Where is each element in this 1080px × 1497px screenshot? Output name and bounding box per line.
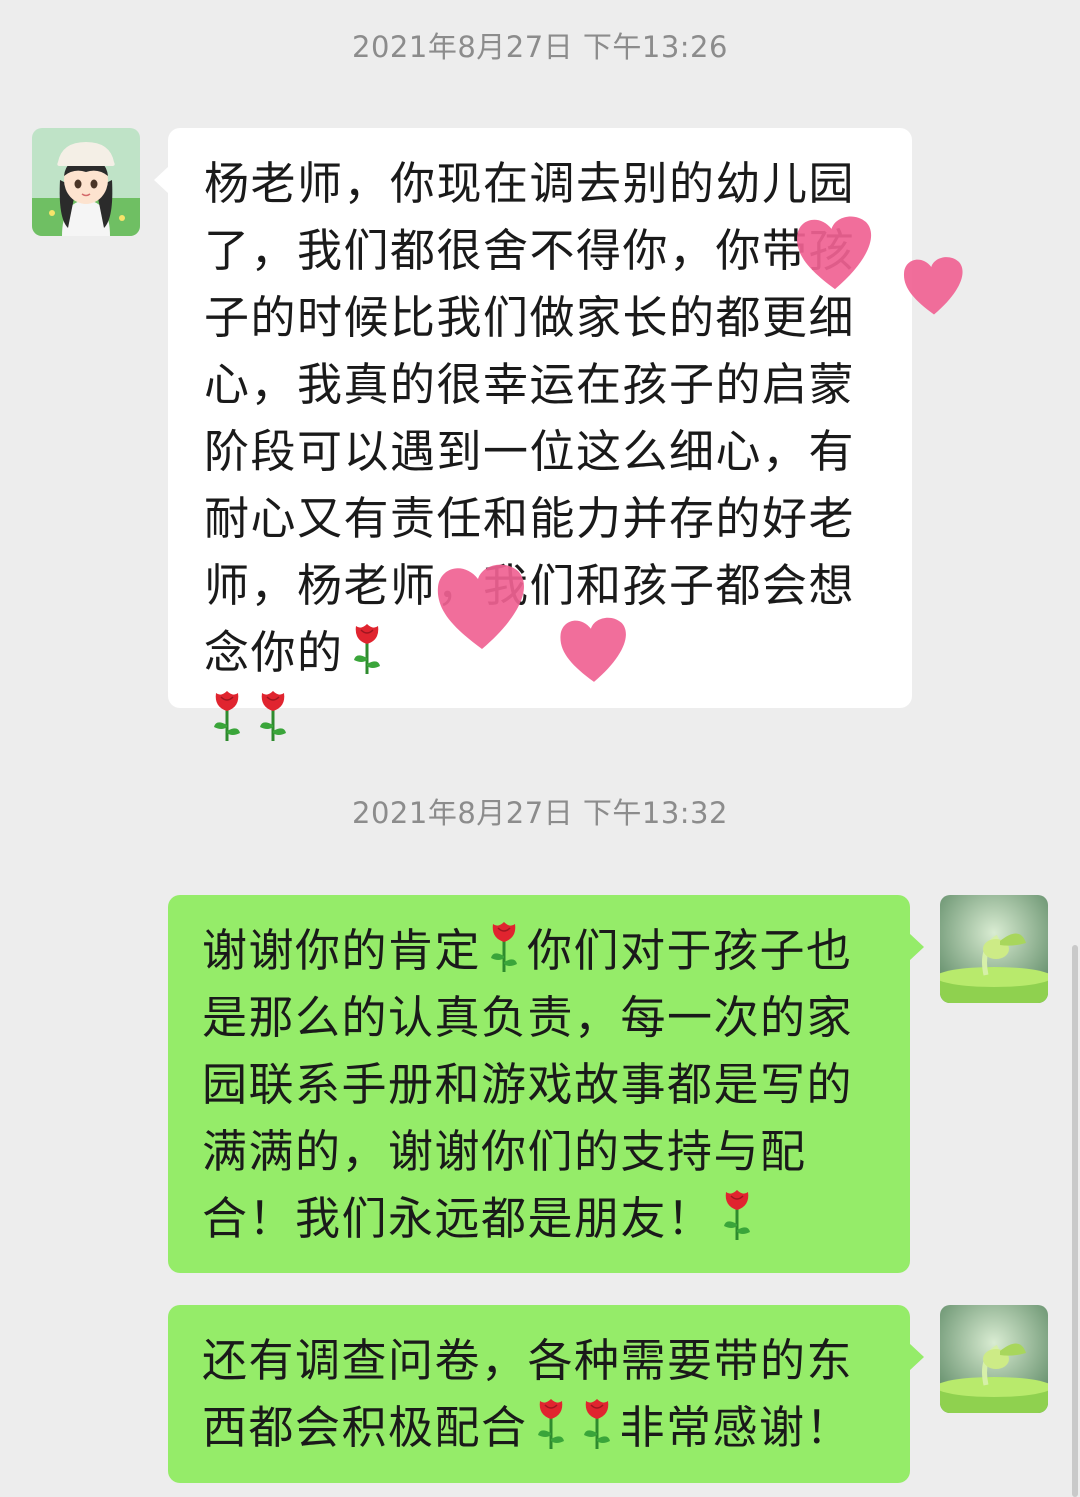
rose-emoji-icon (254, 687, 292, 743)
message-timestamp: 2021年8月27日 下午13:32 (352, 796, 728, 830)
message-timestamp: 2021年8月27日 下午13:26 (352, 30, 728, 64)
rose-emoji-icon (718, 1186, 756, 1242)
sprout-avatar-icon (940, 1305, 1048, 1413)
message-text: 谢谢你的肯定 (202, 924, 482, 977)
rose-emoji-icon (578, 1395, 616, 1451)
outgoing-message-bubble[interactable]: 还有调查问卷，各种需要带的东西都会积极配合 非常感谢！ (168, 1305, 924, 1483)
incoming-message-bubble[interactable]: 杨老师，你现在调去别的幼儿园了，我们都很舍不得你，你带孩子的时候比我们做家长的都… (154, 128, 912, 741)
anime-girl-avatar-icon (32, 128, 140, 236)
sprout-avatar-icon (940, 895, 1048, 1003)
outgoing-message-bubble[interactable]: 谢谢你的肯定 你们对于孩子也是那么的认真负责，每一次的家园联系手册和游戏故事都是写… (168, 895, 924, 1273)
scrollbar[interactable] (1072, 945, 1078, 1497)
chat-screen: 2021年8月27日 下午13:26 杨老师，你现在调去别的幼儿园了，我们都很舍… (0, 0, 1080, 1497)
rose-emoji-icon (485, 918, 523, 974)
rose-emoji-icon (348, 620, 386, 676)
my-avatar[interactable] (940, 895, 1048, 1003)
message-text: 杨老师，你现在调去别的幼儿园了，我们都很舍不得你，你带孩子的时候比我们做家长的都… (204, 157, 856, 679)
rose-emoji-icon (532, 1395, 570, 1451)
my-avatar[interactable] (940, 1305, 1048, 1413)
rose-emoji-icon (208, 687, 246, 743)
contact-avatar[interactable] (32, 128, 140, 236)
message-text: 非常感谢！ (619, 1401, 853, 1454)
